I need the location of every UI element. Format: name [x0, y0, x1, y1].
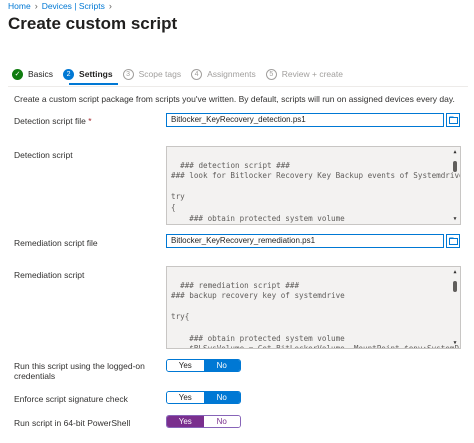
field-label: Detection script file — [14, 116, 86, 126]
detection-file-input[interactable]: Bitlocker_KeyRecovery_detection.ps1 — [166, 113, 444, 127]
toggle-yes[interactable]: Yes — [167, 392, 204, 403]
breadcrumb-devices-scripts[interactable]: Devices | Scripts — [42, 1, 105, 11]
toggle-no[interactable]: No — [203, 392, 240, 403]
run-64bit-label: Run script in 64-bit PowerShell — [14, 418, 131, 428]
detection-script-label: Detection script — [14, 150, 73, 160]
enforce-signature-toggle[interactable]: Yes No — [166, 391, 241, 404]
detection-file-label: Detection script file * — [14, 116, 92, 126]
breadcrumb-home[interactable]: Home — [8, 1, 31, 11]
step-number: 3 — [122, 68, 134, 80]
chevron-right-icon: › — [108, 1, 112, 11]
scrollbar-thumb[interactable] — [453, 161, 457, 172]
remediation-script-label: Remediation script — [14, 270, 85, 280]
scroll-up-icon[interactable]: ▲ — [452, 269, 458, 275]
required-marker: * — [88, 116, 92, 126]
enforce-signature-label: Enforce script signature check — [14, 394, 128, 404]
browse-folder-button[interactable] — [446, 113, 460, 127]
more-options-icon[interactable]: ··· — [158, 17, 172, 29]
step-label: Settings — [79, 69, 113, 79]
step-label: Assignments — [207, 69, 256, 79]
remediation-script-editor[interactable]: ### remediation script ### ### backup re… — [166, 266, 461, 349]
step-number: 5 — [265, 68, 277, 80]
divider — [8, 86, 468, 87]
run-64bit-toggle[interactable]: Yes No — [166, 415, 241, 428]
step-label: Review + create — [281, 69, 343, 79]
page-title: Create custom script — [8, 14, 178, 33]
step-label: Basics — [28, 69, 54, 79]
step-number: 4 — [191, 68, 203, 80]
checkmark-icon: ✓ — [12, 68, 23, 80]
detection-script-text: ### detection script ### ### look for Bi… — [171, 160, 461, 223]
step-basics[interactable]: ✓ Basics — [12, 68, 54, 80]
toggle-no[interactable]: No — [203, 360, 240, 371]
step-review-create[interactable]: 5 Review + create — [265, 68, 343, 80]
scroll-down-icon[interactable]: ▼ — [452, 340, 458, 346]
remediation-file-input[interactable]: Bitlocker_KeyRecovery_remediation.ps1 — [166, 234, 444, 248]
scroll-down-icon[interactable]: ▼ — [452, 216, 458, 222]
scrollbar[interactable]: ▲ ▼ — [452, 149, 458, 222]
step-assignments[interactable]: 4 Assignments — [191, 68, 256, 80]
toggle-yes[interactable]: Yes — [167, 360, 204, 371]
scroll-up-icon[interactable]: ▲ — [452, 149, 458, 155]
step-settings[interactable]: 2 Settings — [63, 68, 113, 80]
scrollbar-thumb[interactable] — [453, 281, 457, 292]
browse-folder-button[interactable] — [446, 234, 460, 248]
run-logged-on-toggle[interactable]: Yes No — [166, 359, 241, 372]
remediation-file-label: Remediation script file — [14, 238, 98, 248]
step-label: Scope tags — [138, 69, 182, 79]
folder-icon — [448, 237, 458, 245]
active-step-indicator — [69, 83, 118, 85]
remediation-script-text: ### remediation script ### ### backup re… — [171, 280, 460, 349]
chevron-right-icon: › — [34, 1, 38, 11]
toggle-no[interactable]: No — [203, 416, 240, 427]
page-description: Create a custom script package from scri… — [14, 94, 455, 104]
step-number: 2 — [63, 68, 75, 80]
wizard-steps: ✓ Basics 2 Settings 3 Scope tags 4 Assig… — [12, 67, 353, 81]
folder-icon — [448, 116, 458, 124]
detection-script-editor[interactable]: ### detection script ### ### look for Bi… — [166, 146, 461, 225]
scrollbar[interactable]: ▲ ▼ — [452, 269, 458, 346]
breadcrumb: Home › Devices | Scripts › — [8, 0, 116, 12]
toggle-yes[interactable]: Yes — [167, 416, 204, 427]
run-logged-on-label: Run this script using the logged-on cred… — [14, 361, 145, 381]
step-scope-tags[interactable]: 3 Scope tags — [122, 68, 182, 80]
